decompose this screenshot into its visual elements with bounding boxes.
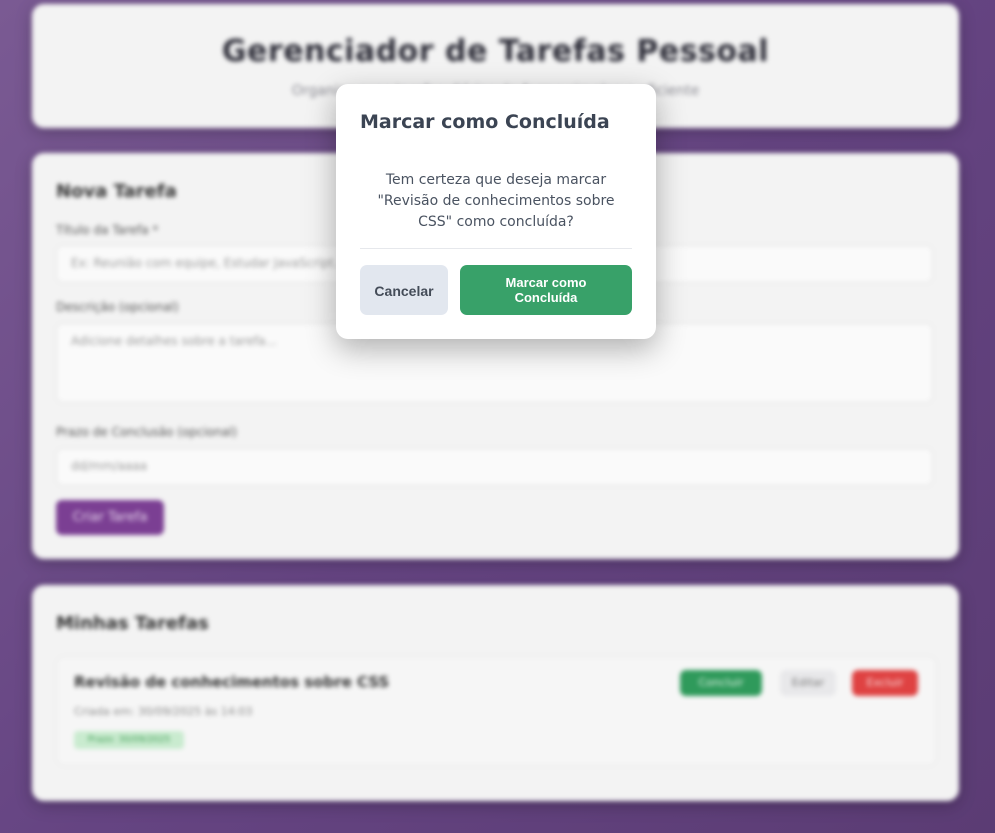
modal-title: Marcar como Concluída bbox=[360, 111, 610, 133]
cancel-button[interactable]: Cancelar bbox=[360, 265, 448, 315]
confirm-complete-modal: Marcar como Concluída Tem certeza que de… bbox=[336, 84, 656, 339]
confirm-complete-button[interactable]: Marcar como Concluída bbox=[460, 265, 632, 315]
modal-divider bbox=[360, 248, 632, 249]
modal-message: Tem certeza que deseja marcar "Revisão d… bbox=[377, 172, 615, 230]
